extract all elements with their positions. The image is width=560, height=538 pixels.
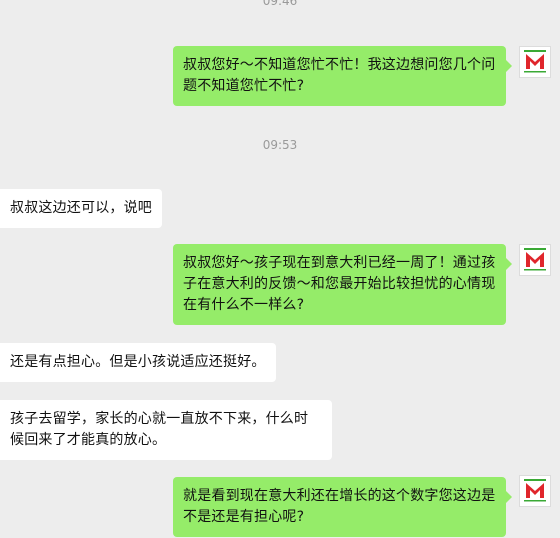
message-bubble-incoming[interactable]: 叔叔这边还可以，说吧 (0, 189, 162, 228)
school-logo-icon (520, 47, 550, 77)
school-logo-icon (520, 245, 550, 275)
message-bubble-incoming[interactable]: 孩子去留学，家长的心就一直放不下来，什么时候回来了才能真的放心。 (0, 400, 332, 460)
avatar[interactable] (519, 46, 551, 78)
message-bubble-outgoing[interactable]: 就是看到现在意大利还在增长的这个数字您这边是不是还是有担心呢? (173, 477, 512, 537)
timestamp: 09:46 (262, 0, 298, 8)
avatar[interactable] (519, 475, 551, 507)
message-bubble-incoming[interactable]: 还是有点担心。但是小孩说适应还挺好。 (0, 343, 276, 382)
avatar[interactable] (519, 244, 551, 276)
message-bubble-outgoing[interactable]: 叔叔您好～不知道您忙不忙！我这边想问您几个问题不知道您忙不忙? (173, 46, 512, 106)
message-bubble-outgoing[interactable]: 叔叔您好～孩子现在到意大利已经一周了！通过孩子在意大利的反馈～和您最开始比较担忧… (173, 244, 512, 325)
timestamp: 09:53 (262, 138, 298, 152)
school-logo-icon (520, 476, 550, 506)
